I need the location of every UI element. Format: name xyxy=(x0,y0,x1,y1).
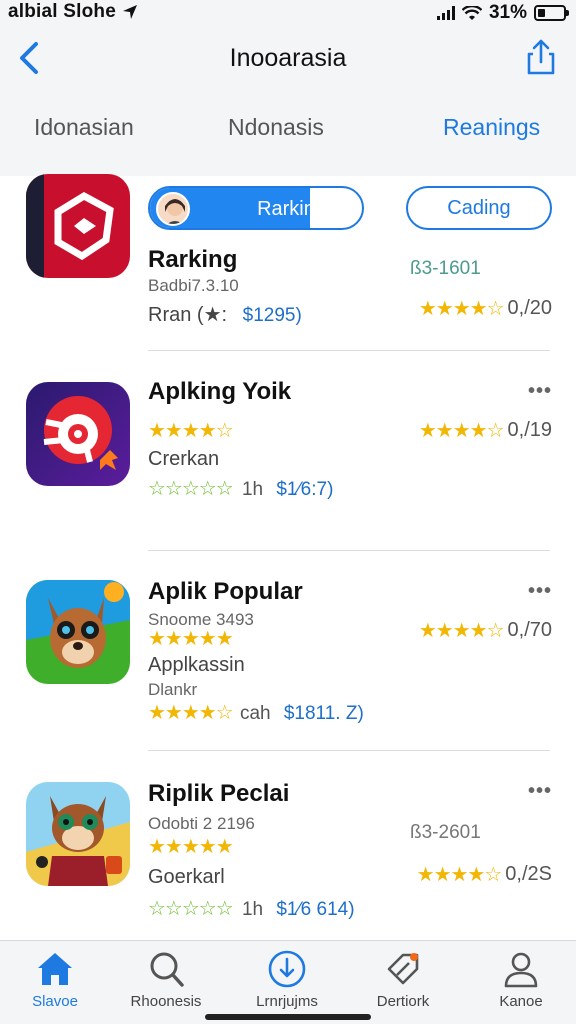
header: Inooarasia Idonasian Ndonasis Reanings xyxy=(0,26,576,176)
app-developer: Applkassin xyxy=(148,654,245,676)
rating-stars-small: ★★★★☆ xyxy=(148,702,234,724)
wifi-icon xyxy=(461,5,482,20)
app-name: Rarking xyxy=(148,246,238,273)
app-developer-line2: Dlankr xyxy=(148,680,198,699)
more-options-button[interactable]: ••• xyxy=(528,580,552,603)
green-stars: ☆☆☆☆☆ xyxy=(148,478,234,500)
price-label: $1⁄6 614) xyxy=(276,899,355,920)
tab-rhoonesis[interactable]: Rhoonesis xyxy=(111,949,221,1010)
tab-ndonasis[interactable]: Ndonasis xyxy=(228,114,324,141)
app-subtitle: Badbi7.3.10 xyxy=(148,276,239,295)
status-bar: albial Slohe 31% xyxy=(0,0,576,26)
app-subtitle: Odobti 2 2196 xyxy=(148,814,255,833)
tab-idonasian[interactable]: Idonasian xyxy=(34,114,134,141)
divider xyxy=(148,350,550,351)
battery-icon xyxy=(534,5,569,21)
tab-reanings[interactable]: Reanings xyxy=(443,114,540,141)
green-stars: ☆☆☆☆☆ xyxy=(148,898,234,920)
size-label: 1h xyxy=(241,899,264,920)
app-name: Aplik Popular xyxy=(148,578,303,605)
rating-stars: ★★★★☆ xyxy=(418,420,505,442)
app-developer: Crerkan xyxy=(148,448,220,470)
rating-stars: ★★★★☆ xyxy=(416,864,503,886)
app-developer: Goerkarl xyxy=(148,866,225,888)
tab-lrnrjujms[interactable]: Lrnrjujms xyxy=(232,949,342,1010)
cartoon-dog-icon xyxy=(26,580,130,684)
price-label: $1811. Z) xyxy=(283,703,364,724)
app-meta: ß3-2601 xyxy=(410,822,481,843)
status-left: albial Slohe xyxy=(8,1,138,23)
rating-value: 0,/70 xyxy=(507,619,552,641)
segment-tabs: Idonasian Ndonasis Reanings xyxy=(0,114,576,150)
carrier-label: albial Slohe xyxy=(8,1,116,22)
rating-value: 0,/19 xyxy=(507,419,552,441)
red-gear-target-icon xyxy=(26,382,130,486)
red-hexagon-icon xyxy=(26,174,130,278)
ranking-toggle-label: Rarking xyxy=(257,198,326,220)
search-icon xyxy=(150,952,184,987)
tab-label: Slavoe xyxy=(32,993,78,1010)
rating-row: ★★★★☆ 0,/19 xyxy=(419,418,552,443)
tab-label: Rhoonesis xyxy=(130,993,202,1010)
app-size-price: ☆☆☆☆☆ 1h $1⁄6:7) xyxy=(148,476,333,501)
loading-button[interactable]: Cading xyxy=(406,186,552,230)
app-name: Aplking Yoik xyxy=(148,378,292,405)
ranking-toggle[interactable]: Rarking xyxy=(148,186,364,230)
app-developer-price: Rran (★: $1295) xyxy=(148,302,302,327)
app-name: Riplik Peclai xyxy=(148,780,290,807)
tab-dertiork[interactable]: Dertiork xyxy=(348,949,458,1010)
share-icon[interactable] xyxy=(524,38,558,78)
app-meta: ß3-1601 xyxy=(410,258,481,279)
app-stars: ★★★★★ xyxy=(148,628,234,650)
download-icon xyxy=(268,950,306,988)
tab-kanoe[interactable]: Kanoe xyxy=(466,949,576,1010)
tab-bar: Slavoe Rhoonesis Lrnrjujms Dertiork Kano… xyxy=(0,940,576,1024)
page-title: Inooarasia xyxy=(229,44,347,72)
divider xyxy=(148,550,550,551)
rating-row: ★★★★☆ 0,/2S xyxy=(417,862,552,887)
status-right: 31% xyxy=(436,2,569,24)
rating-stars: ★★★★☆ xyxy=(418,298,505,320)
tab-label: Kanoe xyxy=(499,993,543,1010)
rating-value: 0,/2S xyxy=(505,863,552,885)
more-options-button[interactable]: ••• xyxy=(528,780,552,803)
battery-percent: 31% xyxy=(488,2,527,23)
app-size-price: ☆☆☆☆☆ 1h $1⁄6 614) xyxy=(148,896,355,921)
rating-row: ★★★★☆ 0,/70 xyxy=(419,618,552,643)
rating-value: 0,/20 xyxy=(507,297,552,319)
battery-fill xyxy=(538,9,545,17)
price-label: $1⁄6:7) xyxy=(276,479,334,500)
rating-stars: ★★★★☆ xyxy=(418,620,505,642)
price-label: $1295) xyxy=(242,305,302,326)
size-label: 1h xyxy=(241,479,264,500)
app-size-price: ★★★★☆ cah $1811. Z) xyxy=(148,700,364,725)
rating-row: ★★★★☆ 0,/20 xyxy=(419,296,552,321)
tab-label: Lrnrjujms xyxy=(256,993,318,1010)
app-list: Rarking Cading Rarking Badbi7.3.10 Rran … xyxy=(0,174,576,940)
tab-label: Dertiork xyxy=(376,993,430,1010)
developer-label: Rran (★: xyxy=(148,304,228,326)
pen-tag-icon xyxy=(387,953,419,985)
home-icon xyxy=(38,953,72,985)
app-stars: ★★★★★ xyxy=(148,836,234,858)
more-options-button[interactable]: ••• xyxy=(528,380,552,403)
tab-slavoe[interactable]: Slavoe xyxy=(0,949,110,1010)
home-indicator[interactable] xyxy=(205,1014,371,1020)
signal-icon xyxy=(436,6,455,20)
app-stars: ★★★★☆ xyxy=(148,420,234,442)
size-label: cah xyxy=(239,703,271,724)
cartoon-cat-icon xyxy=(26,782,130,886)
divider xyxy=(148,750,550,751)
location-arrow-icon xyxy=(123,5,137,19)
profile-icon xyxy=(504,952,538,988)
